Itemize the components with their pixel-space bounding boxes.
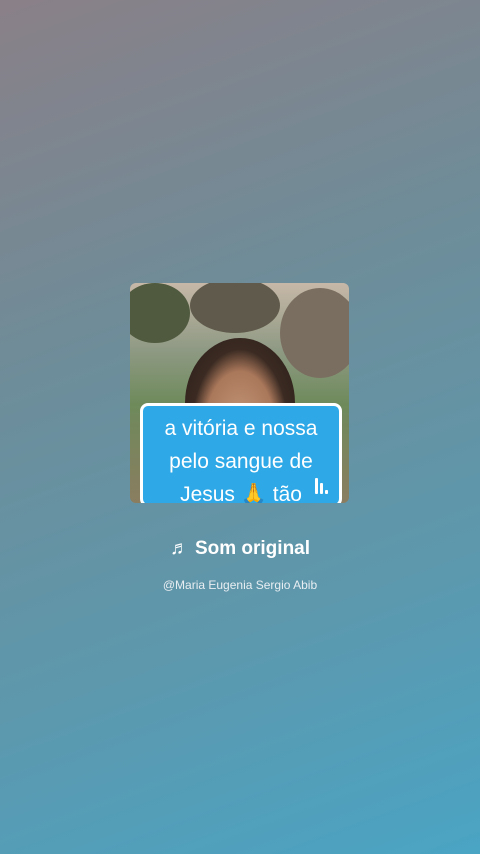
sound-title[interactable]: ♬ Som original: [0, 538, 480, 560]
audio-bars-icon: [315, 476, 331, 494]
caption-line: a vitória e nossa: [164, 417, 318, 440]
music-note-icon: ♬: [169, 538, 189, 559]
background-tree: [190, 283, 280, 333]
caption-line: Jesus 🙏 tão: [180, 483, 302, 503]
sound-title-text: Som original: [194, 538, 311, 559]
caption-line: pelo sangue de: [169, 450, 313, 473]
background-tree: [130, 283, 190, 343]
video-caption: a vitória e nossa pelo sangue de Jesus 🙏…: [140, 403, 342, 503]
sound-author[interactable]: @Maria Eugenia Sergio Abib: [0, 578, 480, 592]
sound-thumbnail[interactable]: a vitória e nossa pelo sangue de Jesus 🙏…: [130, 283, 349, 503]
background-tree: [280, 288, 349, 378]
